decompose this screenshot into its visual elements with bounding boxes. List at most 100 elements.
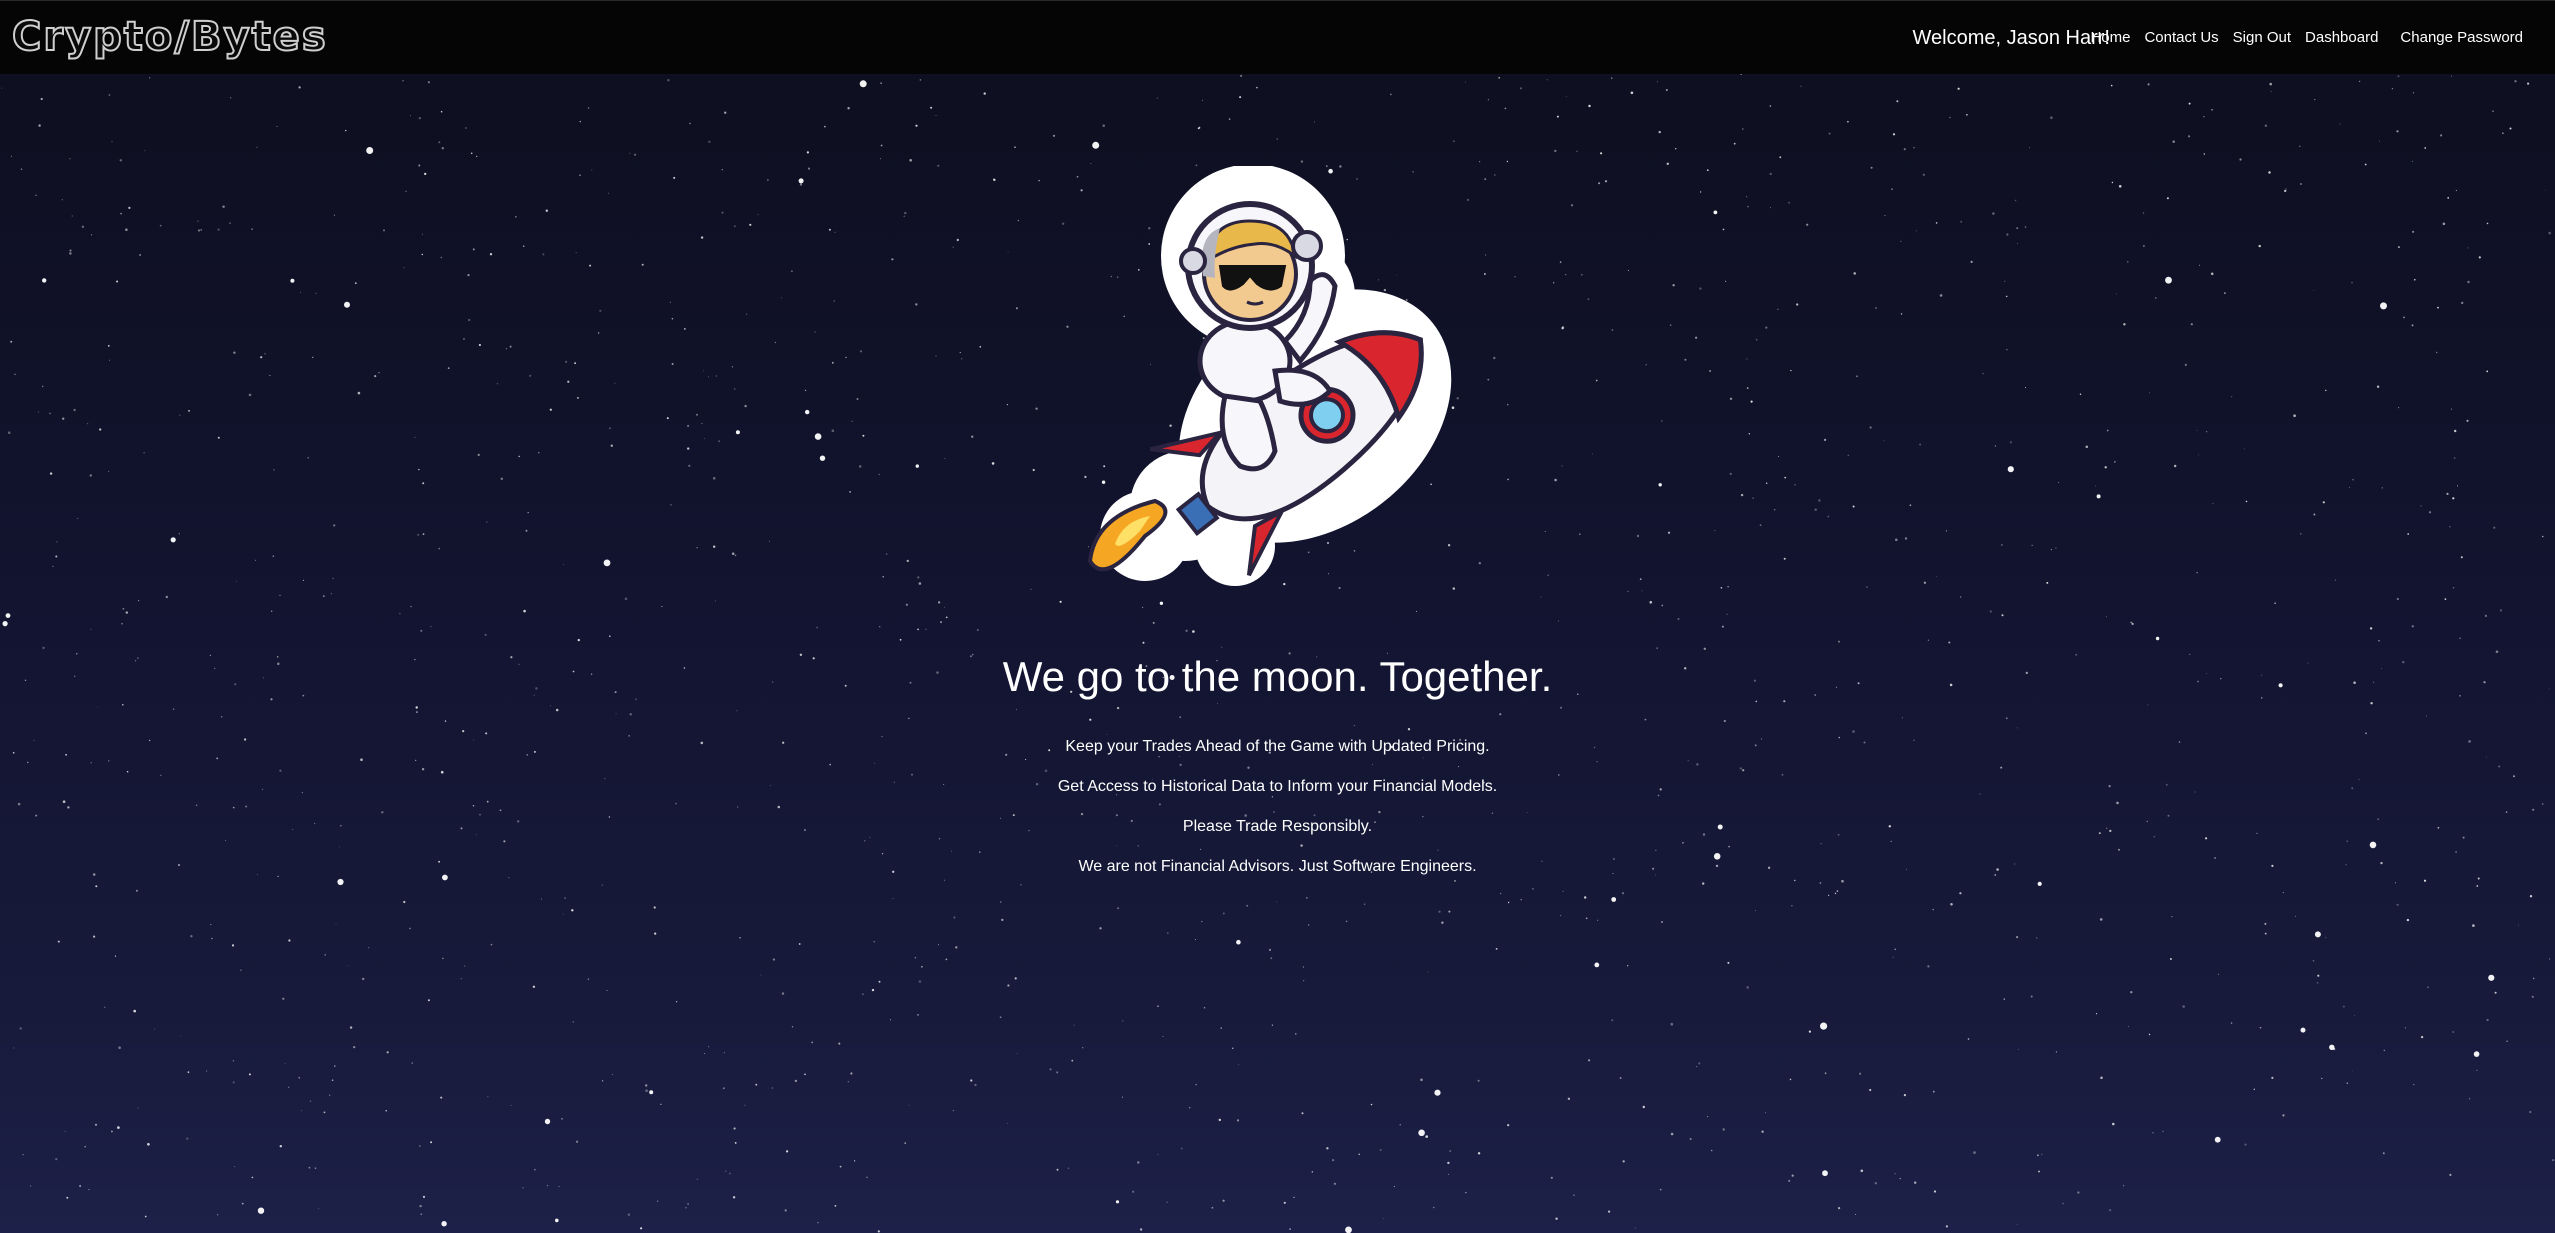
star — [878, 980, 881, 983]
star — [37, 411, 40, 413]
star — [879, 626, 881, 628]
star — [671, 317, 674, 320]
star — [2293, 414, 2296, 418]
star — [733, 225, 736, 228]
star — [915, 303, 918, 306]
tagline-trade-responsibly: Please Trade Responsibly. — [1182, 818, 1373, 835]
star — [1948, 641, 1951, 644]
star — [409, 927, 411, 930]
star — [180, 1035, 182, 1037]
star — [1608, 1210, 1611, 1213]
nav-dashboard-link[interactable]: Dashboard — [2305, 27, 2378, 49]
star — [505, 348, 507, 350]
star — [2077, 1191, 2080, 1194]
star — [1740, 74, 1742, 75]
star — [241, 1202, 244, 1205]
star — [1619, 1077, 1622, 1079]
star — [2016, 227, 2019, 230]
star — [2212, 502, 2214, 505]
nav-signout-link[interactable]: Sign Out — [2233, 27, 2291, 49]
star — [2253, 1088, 2255, 1090]
star — [447, 367, 450, 369]
star — [1519, 87, 1523, 90]
star — [1014, 146, 1016, 148]
star — [523, 609, 526, 613]
star — [2106, 616, 2108, 618]
star — [330, 592, 333, 595]
star — [260, 356, 263, 359]
star — [99, 428, 102, 431]
star — [200, 229, 203, 231]
star — [866, 1176, 868, 1179]
star — [2334, 579, 2336, 581]
star — [2466, 419, 2469, 422]
star — [1540, 596, 1542, 598]
star — [2379, 140, 2380, 142]
star — [653, 906, 656, 909]
star — [1447, 1161, 1450, 1165]
star — [2004, 280, 2006, 282]
star — [1766, 482, 1768, 484]
star — [833, 300, 835, 302]
star — [1399, 1124, 1401, 1126]
star — [240, 969, 242, 971]
star — [1923, 581, 1926, 584]
star — [1870, 166, 1873, 169]
star — [42, 278, 47, 283]
star — [1746, 196, 1748, 198]
star — [2339, 123, 2341, 125]
star — [1788, 201, 1790, 204]
star — [91, 234, 93, 236]
nav-change-password-link[interactable]: Change Password — [2400, 27, 2523, 49]
star — [1185, 629, 1188, 632]
star — [2239, 158, 2242, 161]
star — [1967, 1038, 1970, 1040]
brand-logo[interactable]: Crypto/Bytes — [11, 13, 328, 61]
star — [298, 1076, 301, 1079]
star — [1970, 260, 1973, 263]
star — [816, 626, 818, 629]
star — [1649, 601, 1653, 604]
star — [5, 613, 11, 618]
star — [2131, 622, 2134, 626]
star — [1000, 901, 1002, 903]
star — [1425, 1135, 1428, 1138]
star — [2155, 636, 2160, 641]
star — [1082, 1047, 1084, 1049]
star — [903, 215, 905, 217]
star — [807, 167, 811, 170]
star — [2299, 145, 2301, 147]
star — [1642, 1105, 1646, 1109]
star — [197, 229, 201, 232]
star — [1899, 1177, 1901, 1180]
star — [2509, 127, 2512, 130]
nav-home-link[interactable]: Home — [2090, 27, 2130, 49]
star — [159, 224, 162, 227]
star — [441, 1221, 447, 1227]
star — [1598, 182, 1601, 185]
star — [2486, 1018, 2489, 1022]
nav-contact-link[interactable]: Contact Us — [2144, 27, 2218, 49]
star — [555, 1218, 559, 1223]
star — [1434, 1089, 1441, 1096]
star — [1922, 173, 1926, 176]
star — [1432, 1206, 1435, 1209]
star — [188, 410, 190, 412]
star — [315, 292, 317, 294]
star — [79, 1185, 81, 1187]
star — [1345, 1226, 1352, 1233]
star — [133, 1009, 136, 1013]
star — [57, 940, 60, 943]
star — [414, 436, 416, 438]
star — [103, 1006, 106, 1009]
star — [1202, 99, 1203, 101]
star — [538, 452, 540, 454]
star — [1573, 1194, 1575, 1197]
star — [1465, 1192, 1467, 1194]
star — [873, 941, 875, 943]
star — [264, 353, 266, 355]
star — [1166, 1201, 1168, 1203]
star — [945, 958, 948, 961]
star — [2169, 958, 2172, 960]
star — [527, 512, 529, 514]
